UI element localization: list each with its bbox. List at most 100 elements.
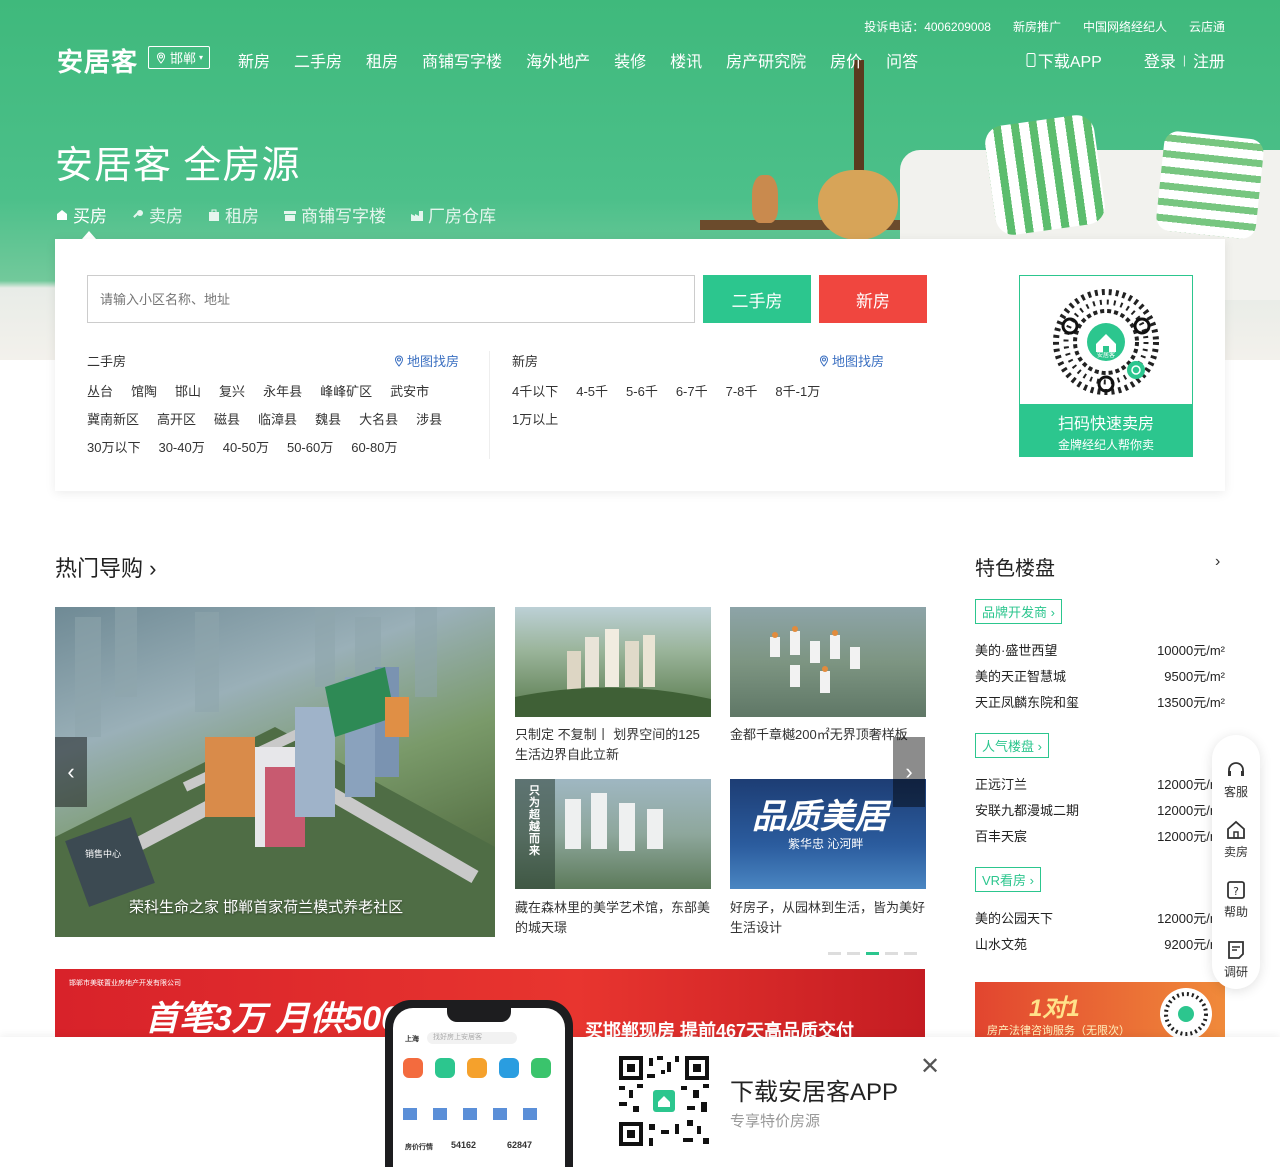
hot-guide-heading[interactable]: 热门导购 ›: [55, 551, 156, 583]
property-row[interactable]: 山水文苑 9200元/m²: [975, 934, 1225, 953]
article-tile-1-caption[interactable]: 只制定 不复制丨 划界空间的125 生活边界自此立新: [515, 725, 711, 765]
float-help[interactable]: ? 帮助: [1212, 879, 1260, 920]
tab-buy[interactable]: 买房: [55, 202, 107, 227]
district-link[interactable]: 磁县: [214, 412, 240, 428]
phone-app-icons: [403, 1058, 551, 1078]
tab-factory[interactable]: 厂房仓库: [410, 202, 496, 227]
topbar-link-new-house-promo[interactable]: 新房推广: [1013, 18, 1061, 35]
second-hand-filters: 二手房 地图找房 丛台 馆陶 邯山 复兴 永年县 峰峰矿区 武安市 冀南新区 高…: [87, 351, 467, 468]
legal-consult-ad[interactable]: 1对1 房产法律咨询服务（无限次）: [975, 982, 1225, 1038]
login-link[interactable]: 登录: [1144, 48, 1176, 72]
register-link[interactable]: 注册: [1193, 48, 1225, 72]
carousel-dot-active[interactable]: [866, 952, 879, 955]
carousel-prev-button[interactable]: ‹: [55, 737, 87, 807]
location-pin-icon: [156, 51, 166, 64]
property-row[interactable]: 正远汀兰 12000元/m²: [975, 774, 1225, 793]
float-survey[interactable]: 调研: [1212, 939, 1260, 980]
price-filter-link[interactable]: 60-80万: [351, 440, 397, 456]
district-link[interactable]: 魏县: [315, 412, 341, 428]
nav-rent[interactable]: 租房: [366, 48, 398, 72]
property-name: 正远汀兰: [975, 777, 1028, 792]
district-link[interactable]: 大名县: [359, 412, 398, 428]
nav-research[interactable]: 房产研究院: [726, 48, 806, 72]
price-filter-link[interactable]: 40-50万: [223, 440, 269, 456]
article-tile-3[interactable]: 只为超越而来: [515, 779, 711, 889]
new-house-map-link[interactable]: 地图找房: [818, 351, 884, 370]
search-input[interactable]: [87, 275, 695, 323]
property-row[interactable]: 安联九都漫城二期 12000元/m²: [975, 800, 1225, 819]
second-hand-map-link[interactable]: 地图找房: [393, 351, 459, 370]
property-row[interactable]: 天正凤麟东院和玺 13500元/m²: [975, 692, 1225, 711]
featured-props-more[interactable]: ›: [1215, 553, 1220, 571]
carousel-dot[interactable]: [828, 952, 841, 955]
price-filter-link[interactable]: 4-5千: [576, 384, 608, 400]
tag-popular[interactable]: 人气楼盘 ›: [975, 733, 1049, 758]
property-row[interactable]: 美的天正智慧城 9500元/m²: [975, 666, 1225, 685]
price-filter-link[interactable]: 1万以上: [512, 412, 558, 428]
download-app-link[interactable]: 下载APP: [1026, 48, 1102, 72]
district-link[interactable]: 复兴: [219, 384, 245, 400]
price-filter-link[interactable]: 50-60万: [287, 440, 333, 456]
search-new-house-button[interactable]: 新房: [819, 275, 927, 323]
property-row[interactable]: 百丰天宸 12000元/m²: [975, 826, 1225, 845]
property-row[interactable]: 美的公园天下 12000元/m²: [975, 908, 1225, 927]
district-link[interactable]: 武安市: [390, 384, 429, 400]
tab-rent-label: 租房: [225, 207, 259, 226]
topbar-link-cloud-store[interactable]: 云店通: [1189, 18, 1225, 35]
close-icon[interactable]: ✕: [920, 1052, 940, 1081]
price-filter-link[interactable]: 5-6千: [626, 384, 658, 400]
nav-overseas[interactable]: 海外地产: [526, 48, 590, 72]
city-selector[interactable]: 邯郸 ▾: [148, 46, 211, 69]
app-icon: [463, 1108, 477, 1120]
article-tile-4-caption[interactable]: 好房子，从园林到生活，皆为美好生活设计: [730, 898, 926, 938]
district-link[interactable]: 临漳县: [258, 412, 297, 428]
property-name: 天正凤麟东院和玺: [975, 695, 1080, 710]
sell-qr-promo[interactable]: 安居客 扫码快速卖房 金牌经纪人帮你卖: [1019, 275, 1193, 457]
qr-promo-title: 扫码快速卖房: [1057, 416, 1154, 433]
download-app-label: 下载APP: [1037, 54, 1102, 71]
float-customer-service[interactable]: 客服: [1212, 759, 1260, 800]
carousel-dot[interactable]: [904, 952, 917, 955]
district-link[interactable]: 邯山: [175, 384, 201, 400]
district-link[interactable]: 高开区: [157, 412, 196, 428]
price-filter-link[interactable]: 30-40万: [158, 440, 204, 456]
topbar-link-broker[interactable]: 中国网络经纪人: [1083, 18, 1167, 35]
district-link[interactable]: 馆陶: [131, 384, 157, 400]
price-filter-link[interactable]: 6-7千: [676, 384, 708, 400]
tab-rent[interactable]: 租房: [207, 202, 259, 227]
nav-price[interactable]: 房价: [830, 48, 862, 72]
property-name: 山水文苑: [975, 937, 1028, 952]
price-filter-link[interactable]: 30万以下: [87, 440, 140, 456]
tag-brand-developer[interactable]: 品牌开发商 ›: [975, 599, 1062, 624]
property-row[interactable]: 美的·盛世西望 10000元/m²: [975, 640, 1225, 659]
featured-article-image[interactable]: 销售中心 荣科生命之家 邯郸首家荷兰模式养老社区: [55, 607, 495, 937]
banner-company: 邯郸市美联置业房地产开发有限公司: [69, 980, 181, 987]
article-tile-3-caption[interactable]: 藏在森林里的美学艺术馆，东部美的城天璟: [515, 898, 711, 938]
site-logo[interactable]: 安居客: [57, 42, 138, 79]
tag-vr[interactable]: VR看房 ›: [975, 867, 1042, 892]
qr-promo-footer: 扫码快速卖房 金牌经纪人帮你卖: [1020, 404, 1192, 456]
nav-second-hand[interactable]: 二手房: [294, 48, 342, 72]
district-link[interactable]: 峰峰矿区: [320, 384, 372, 400]
price-filter-link[interactable]: 8千-1万: [775, 384, 820, 400]
nav-new-house[interactable]: 新房: [238, 48, 270, 72]
article-tile-2[interactable]: [730, 607, 926, 717]
district-link[interactable]: 涉县: [416, 412, 442, 428]
price-filter-link[interactable]: 7-8千: [726, 384, 758, 400]
carousel-dot[interactable]: [847, 952, 860, 955]
article-tile-1[interactable]: [515, 607, 711, 717]
float-sell[interactable]: 卖房: [1212, 819, 1260, 860]
district-link[interactable]: 冀南新区: [87, 412, 139, 428]
nav-decoration[interactable]: 装修: [614, 48, 646, 72]
tab-sell[interactable]: 卖房: [131, 202, 183, 227]
district-link[interactable]: 丛台: [87, 384, 113, 400]
tab-commercial[interactable]: 商铺写字楼: [283, 202, 386, 227]
nav-commercial[interactable]: 商铺写字楼: [422, 48, 502, 72]
search-second-hand-button[interactable]: 二手房: [703, 275, 811, 323]
nav-news[interactable]: 楼讯: [670, 48, 702, 72]
carousel-dot[interactable]: [885, 952, 898, 955]
carousel-next-button[interactable]: ›: [893, 737, 925, 807]
district-link[interactable]: 永年县: [263, 384, 302, 400]
nav-qa[interactable]: 问答: [886, 48, 918, 72]
price-filter-link[interactable]: 4千以下: [512, 384, 558, 400]
